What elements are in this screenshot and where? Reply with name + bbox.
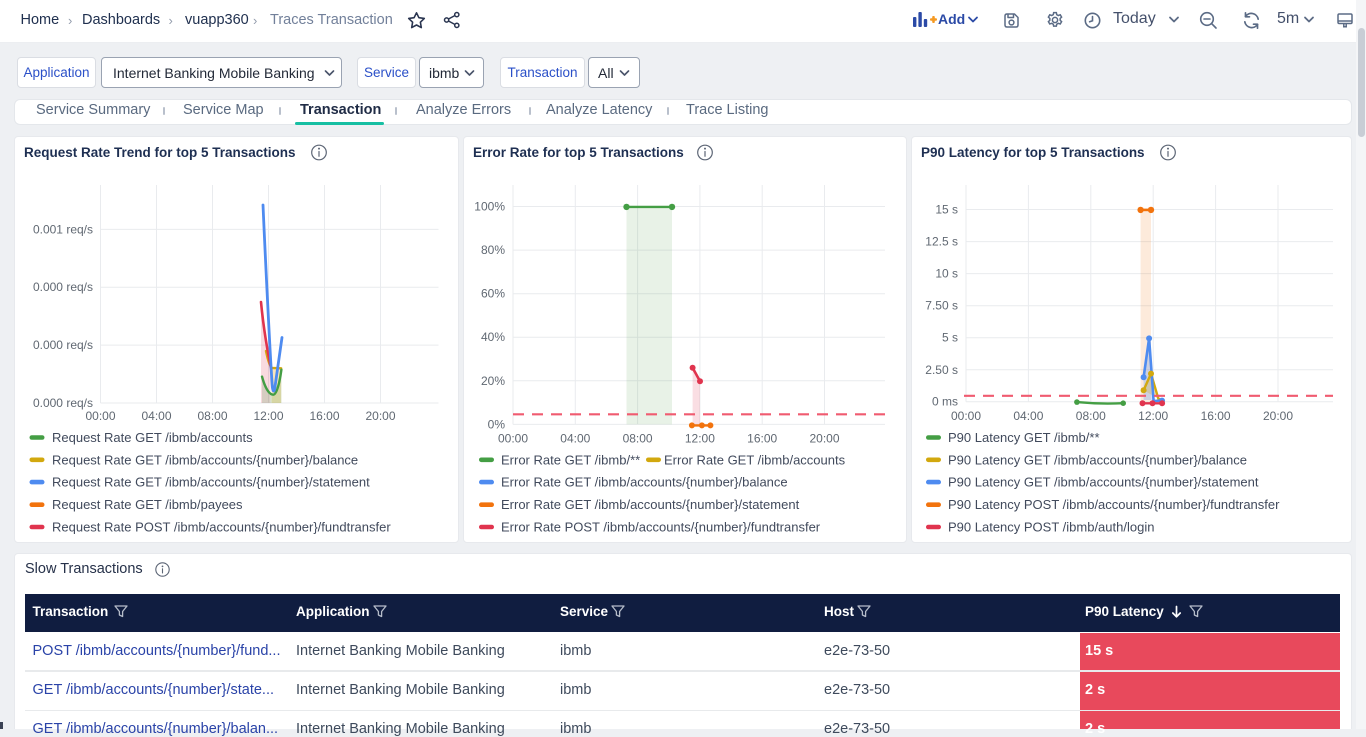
svg-text:Error Rate POST /ibmb/accounts: Error Rate POST /ibmb/accounts/{number}/… bbox=[501, 520, 821, 535]
svg-text:Request Rate GET /ibmb/account: Request Rate GET /ibmb/accounts/{number}… bbox=[52, 452, 358, 467]
svg-text:0 ms: 0 ms bbox=[932, 395, 958, 409]
svg-text:Request Rate Trend for top 5 T: Request Rate Trend for top 5 Transaction… bbox=[24, 145, 296, 160]
svg-text:Request Rate POST /ibmb/accoun: Request Rate POST /ibmb/accounts/{number… bbox=[52, 520, 391, 535]
svg-text:7.50 s: 7.50 s bbox=[925, 299, 958, 313]
svg-text:P90 Latency POST /ibmb/account: P90 Latency POST /ibmb/accounts/{number}… bbox=[948, 497, 1280, 512]
svg-text:P90 Latency GET /ibmb/accounts: P90 Latency GET /ibmb/accounts/{number}/… bbox=[948, 475, 1259, 490]
svg-text:0%: 0% bbox=[488, 417, 506, 431]
svg-text:P90 Latency POST /ibmb/auth/lo: P90 Latency POST /ibmb/auth/login bbox=[948, 520, 1154, 535]
svg-text:08:00: 08:00 bbox=[197, 409, 227, 423]
svg-text:04:00: 04:00 bbox=[560, 432, 590, 446]
svg-text:20%: 20% bbox=[481, 374, 505, 388]
svg-text:16:00: 16:00 bbox=[309, 409, 339, 423]
svg-text:60%: 60% bbox=[481, 287, 505, 301]
svg-text:Error Rate GET /ibmb/**: Error Rate GET /ibmb/** bbox=[501, 452, 640, 467]
svg-text:12:00: 12:00 bbox=[685, 432, 715, 446]
svg-text:P90 Latency GET /ibmb/**: P90 Latency GET /ibmb/** bbox=[948, 430, 1100, 445]
svg-text:20:00: 20:00 bbox=[1263, 409, 1293, 423]
svg-text:12:00: 12:00 bbox=[1138, 409, 1168, 423]
svg-text:40%: 40% bbox=[481, 330, 505, 344]
svg-text:00:00: 00:00 bbox=[951, 409, 981, 423]
svg-text:20:00: 20:00 bbox=[809, 432, 839, 446]
svg-text:Request Rate GET /ibmb/account: Request Rate GET /ibmb/accounts bbox=[52, 430, 253, 445]
svg-text:P90 Latency GET /ibmb/accounts: P90 Latency GET /ibmb/accounts/{number}/… bbox=[948, 452, 1247, 467]
svg-text:0.001 req/s: 0.001 req/s bbox=[33, 222, 93, 236]
svg-text:2.50 s: 2.50 s bbox=[925, 363, 958, 377]
svg-text:0.000 req/s: 0.000 req/s bbox=[33, 338, 93, 352]
svg-text:Request Rate GET /ibmb/payees: Request Rate GET /ibmb/payees bbox=[52, 497, 243, 512]
svg-text:20:00: 20:00 bbox=[365, 409, 395, 423]
svg-text:100%: 100% bbox=[474, 200, 505, 214]
svg-text:12.5 s: 12.5 s bbox=[925, 235, 958, 249]
svg-text:15 s: 15 s bbox=[935, 203, 958, 217]
svg-text:0.000 req/s: 0.000 req/s bbox=[33, 280, 93, 294]
svg-text:04:00: 04:00 bbox=[141, 409, 171, 423]
svg-text:00:00: 00:00 bbox=[498, 432, 528, 446]
svg-text:Error Rate GET /ibmb/accounts/: Error Rate GET /ibmb/accounts/{number}/b… bbox=[501, 475, 788, 490]
svg-text:Error Rate for top 5 Transacti: Error Rate for top 5 Transactions bbox=[473, 145, 684, 160]
svg-text:80%: 80% bbox=[481, 243, 505, 257]
svg-text:16:00: 16:00 bbox=[747, 432, 777, 446]
svg-text:12:00: 12:00 bbox=[253, 409, 283, 423]
svg-text:00:00: 00:00 bbox=[85, 409, 115, 423]
svg-text:10 s: 10 s bbox=[935, 267, 958, 281]
svg-text:0.000 req/s: 0.000 req/s bbox=[33, 396, 93, 410]
svg-text:Error Rate GET /ibmb/accounts/: Error Rate GET /ibmb/accounts/{number}/s… bbox=[501, 497, 800, 512]
svg-text:16:00: 16:00 bbox=[1201, 409, 1231, 423]
svg-text:08:00: 08:00 bbox=[1076, 409, 1106, 423]
svg-text:Error Rate GET /ibmb/accounts: Error Rate GET /ibmb/accounts bbox=[664, 452, 846, 467]
svg-text:04:00: 04:00 bbox=[1013, 409, 1043, 423]
svg-text:5 s: 5 s bbox=[942, 331, 958, 345]
svg-text:P90 Latency for top 5 Transact: P90 Latency for top 5 Transactions bbox=[921, 145, 1145, 160]
svg-text:Request Rate GET /ibmb/account: Request Rate GET /ibmb/accounts/{number}… bbox=[52, 475, 370, 490]
svg-text:08:00: 08:00 bbox=[623, 432, 653, 446]
